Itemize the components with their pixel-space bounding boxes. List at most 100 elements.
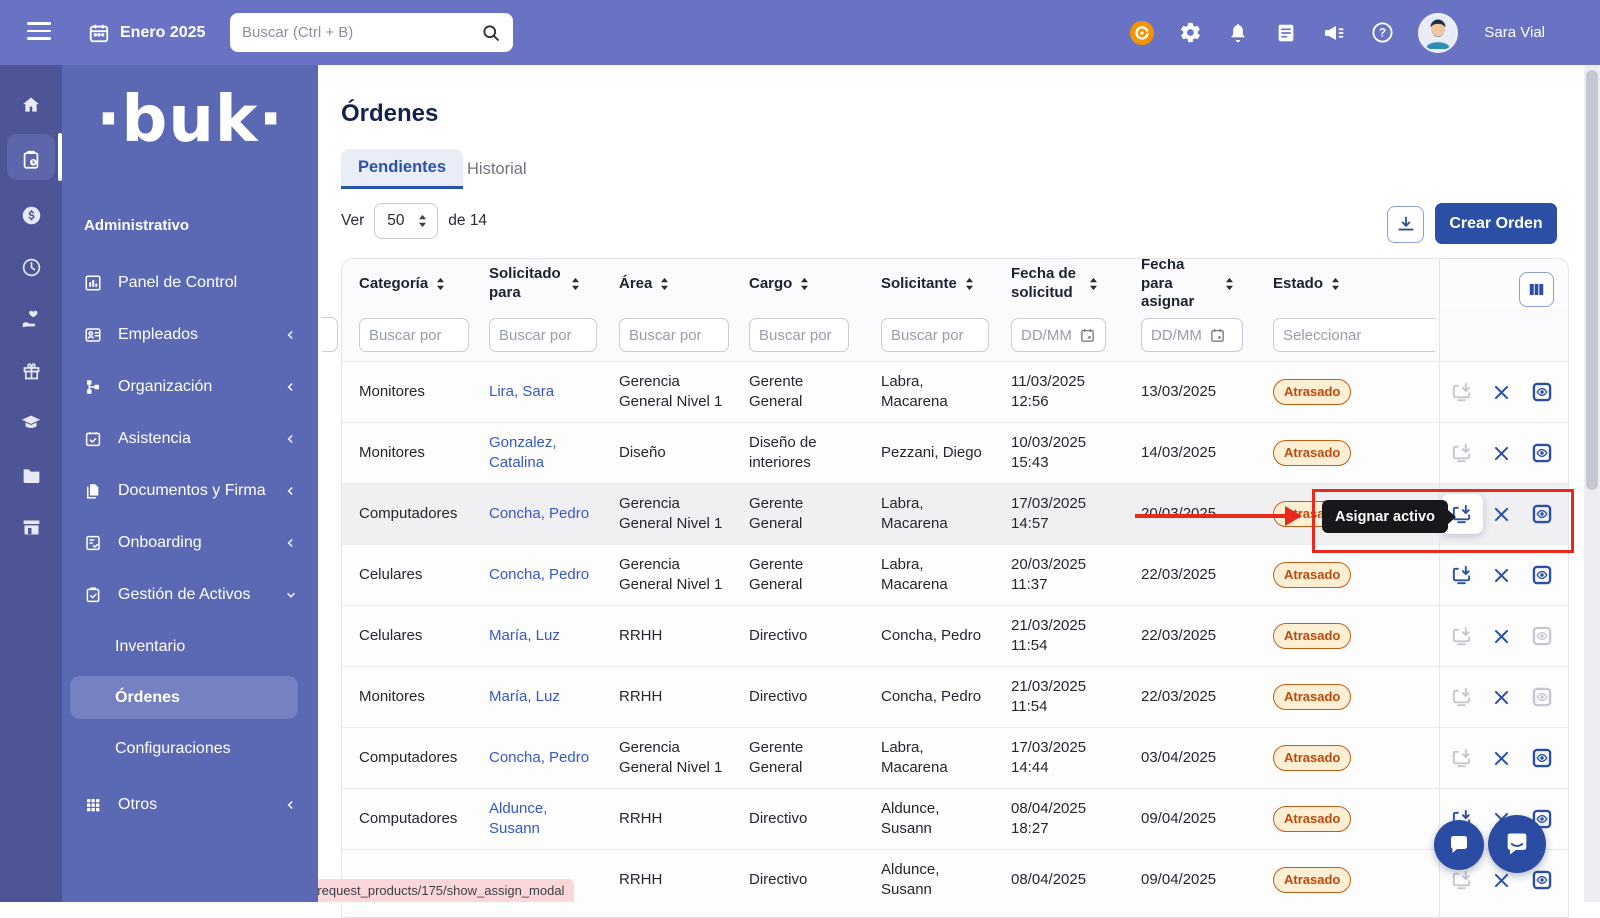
col-header-categoria[interactable]: Categoría bbox=[359, 275, 489, 294]
reject-order-button[interactable] bbox=[1490, 685, 1514, 709]
sidebar-subitem-ordenes[interactable]: Órdenes bbox=[62, 672, 318, 723]
sidebar-item-gestion-de-activos[interactable]: Gestión de Activos bbox=[62, 569, 318, 621]
rail-marketplace-icon[interactable] bbox=[0, 501, 62, 553]
sort-icon[interactable] bbox=[1088, 277, 1099, 291]
sidebar-item-documentos-y-firma[interactable]: Documentos y Firma bbox=[62, 465, 318, 517]
settings-gear-icon[interactable] bbox=[1178, 21, 1202, 45]
notifications-bell-icon[interactable] bbox=[1226, 21, 1250, 45]
sidebar-item-empleados[interactable]: Empleados bbox=[62, 309, 318, 361]
export-download-button[interactable] bbox=[1387, 206, 1424, 243]
sidebar-item-asistencia[interactable]: Asistencia bbox=[62, 413, 318, 465]
reject-order-button[interactable] bbox=[1490, 746, 1514, 770]
chat-bubble-button[interactable] bbox=[1434, 820, 1484, 870]
help-center-button[interactable] bbox=[1488, 815, 1546, 873]
cell-solicitado-para-link[interactable]: Concha, Pedro bbox=[489, 504, 619, 524]
assign-asset-button[interactable] bbox=[1450, 380, 1474, 404]
sort-icon[interactable] bbox=[964, 277, 975, 291]
view-order-button[interactable] bbox=[1530, 380, 1554, 404]
sort-icon[interactable] bbox=[435, 277, 446, 291]
filter-estado-select[interactable] bbox=[1273, 318, 1435, 352]
cell-solicitado-para-link[interactable]: Gonzalez, Catalina bbox=[489, 433, 619, 474]
sort-icon[interactable] bbox=[1330, 277, 1341, 291]
page-scrollbar-track[interactable] bbox=[1584, 65, 1600, 902]
col-header-cargo[interactable]: Cargo bbox=[749, 275, 881, 294]
cell-solicitado-para-link[interactable]: Aldunce, Susann bbox=[489, 799, 619, 840]
view-order-button[interactable] bbox=[1530, 441, 1554, 465]
rail-benefits-icon[interactable] bbox=[0, 293, 62, 345]
buk-rewards-icon[interactable] bbox=[1130, 21, 1154, 45]
create-order-button[interactable]: Crear Orden bbox=[1435, 203, 1557, 244]
sidebar-item-onboarding[interactable]: Onboarding bbox=[62, 517, 318, 569]
sort-icon[interactable] bbox=[570, 277, 581, 291]
filter-area[interactable] bbox=[619, 318, 729, 352]
user-name[interactable]: Sara Vial bbox=[1484, 24, 1545, 41]
sort-icon[interactable] bbox=[1224, 277, 1235, 291]
filter-fecha-solicitud[interactable] bbox=[1011, 318, 1106, 352]
reject-order-button[interactable] bbox=[1490, 502, 1514, 526]
period-selector[interactable]: Enero 2025 bbox=[88, 0, 205, 65]
announcements-megaphone-icon[interactable] bbox=[1322, 21, 1346, 45]
search-icon[interactable] bbox=[481, 23, 501, 43]
assign-asset-button[interactable] bbox=[1450, 868, 1474, 892]
hamburger-menu-icon[interactable] bbox=[27, 22, 51, 45]
rail-folder-icon[interactable] bbox=[0, 449, 62, 501]
col-header-solicitado-para[interactable]: Solicitado para bbox=[489, 265, 619, 303]
view-order-button[interactable] bbox=[1530, 868, 1554, 892]
sidebar-subitem-inventario[interactable]: Inventario bbox=[62, 621, 318, 672]
assign-asset-button[interactable] bbox=[1450, 441, 1474, 465]
col-header-area[interactable]: Área bbox=[619, 275, 749, 294]
filter-categoria[interactable] bbox=[359, 318, 469, 352]
sidebar-subitem-configuraciones[interactable]: Configuraciones bbox=[62, 723, 318, 774]
page-scrollbar-thumb[interactable] bbox=[1586, 70, 1598, 490]
sidebar-item-otros[interactable]: Otros bbox=[62, 779, 318, 831]
calendar-icon[interactable] bbox=[1209, 327, 1226, 344]
avatar[interactable] bbox=[1418, 13, 1458, 53]
rail-home-icon[interactable] bbox=[0, 79, 62, 131]
rail-administrative-icon[interactable] bbox=[0, 131, 62, 189]
orders-table: Categoría Solicitado para Área Cargo Sol… bbox=[341, 258, 1569, 918]
sort-icon[interactable] bbox=[659, 277, 670, 291]
assign-asset-button[interactable] bbox=[1450, 746, 1474, 770]
reject-order-button[interactable] bbox=[1490, 624, 1514, 648]
filter-solicitado-para[interactable] bbox=[489, 318, 597, 352]
col-header-fecha-asignar[interactable]: Fecha para asignar bbox=[1141, 258, 1273, 312]
rail-attendance-clock-icon[interactable] bbox=[0, 241, 62, 293]
rail-training-icon[interactable] bbox=[0, 397, 62, 449]
filter-solicitante[interactable] bbox=[881, 318, 989, 352]
tab-pendientes[interactable]: Pendientes bbox=[341, 149, 463, 189]
cell-solicitado-para-link[interactable]: Lira, Sara bbox=[489, 382, 619, 402]
cell-solicitado-para-link[interactable]: María, Luz bbox=[489, 687, 619, 707]
sort-icon[interactable] bbox=[799, 277, 810, 291]
tab-historial[interactable]: Historial bbox=[450, 149, 544, 189]
page-size-select[interactable]: 50 bbox=[374, 203, 438, 239]
news-icon[interactable] bbox=[1274, 21, 1298, 45]
assign-asset-button[interactable] bbox=[1450, 563, 1474, 587]
reject-order-button[interactable] bbox=[1490, 441, 1514, 465]
rail-remunerations-icon[interactable] bbox=[0, 189, 62, 241]
cell-solicitado-para-link[interactable]: Concha, Pedro bbox=[489, 565, 619, 585]
view-order-button[interactable] bbox=[1530, 563, 1554, 587]
cell-solicitado-para-link[interactable]: María, Luz bbox=[489, 626, 619, 646]
help-icon[interactable]: ? bbox=[1370, 21, 1394, 45]
reject-order-button[interactable] bbox=[1490, 380, 1514, 404]
filter-fecha-asignar[interactable] bbox=[1141, 318, 1243, 352]
sidebar-item-organizacion[interactable]: Organización bbox=[62, 361, 318, 413]
rail-gift-icon[interactable] bbox=[0, 345, 62, 397]
view-order-button[interactable] bbox=[1530, 624, 1554, 648]
assign-asset-button[interactable] bbox=[1450, 624, 1474, 648]
col-header-estado[interactable]: Estado bbox=[1273, 275, 1439, 294]
reject-order-button[interactable] bbox=[1490, 563, 1514, 587]
calendar-icon[interactable] bbox=[1079, 327, 1096, 344]
cell-solicitado-para-link[interactable]: Concha, Pedro bbox=[489, 748, 619, 768]
global-search[interactable] bbox=[230, 13, 513, 52]
view-order-button[interactable] bbox=[1530, 746, 1554, 770]
assign-asset-button[interactable] bbox=[1450, 685, 1474, 709]
col-header-fecha-solicitud[interactable]: Fecha de solicitud bbox=[1011, 265, 1141, 303]
search-input[interactable] bbox=[242, 24, 481, 41]
col-header-solicitante[interactable]: Solicitante bbox=[881, 275, 1011, 294]
sidebar-item-panel-de-control[interactable]: Panel de Control bbox=[62, 257, 318, 309]
view-order-button[interactable] bbox=[1530, 502, 1554, 526]
view-order-button[interactable] bbox=[1530, 685, 1554, 709]
filter-cargo[interactable] bbox=[749, 318, 849, 352]
column-settings-button[interactable] bbox=[1519, 272, 1554, 307]
